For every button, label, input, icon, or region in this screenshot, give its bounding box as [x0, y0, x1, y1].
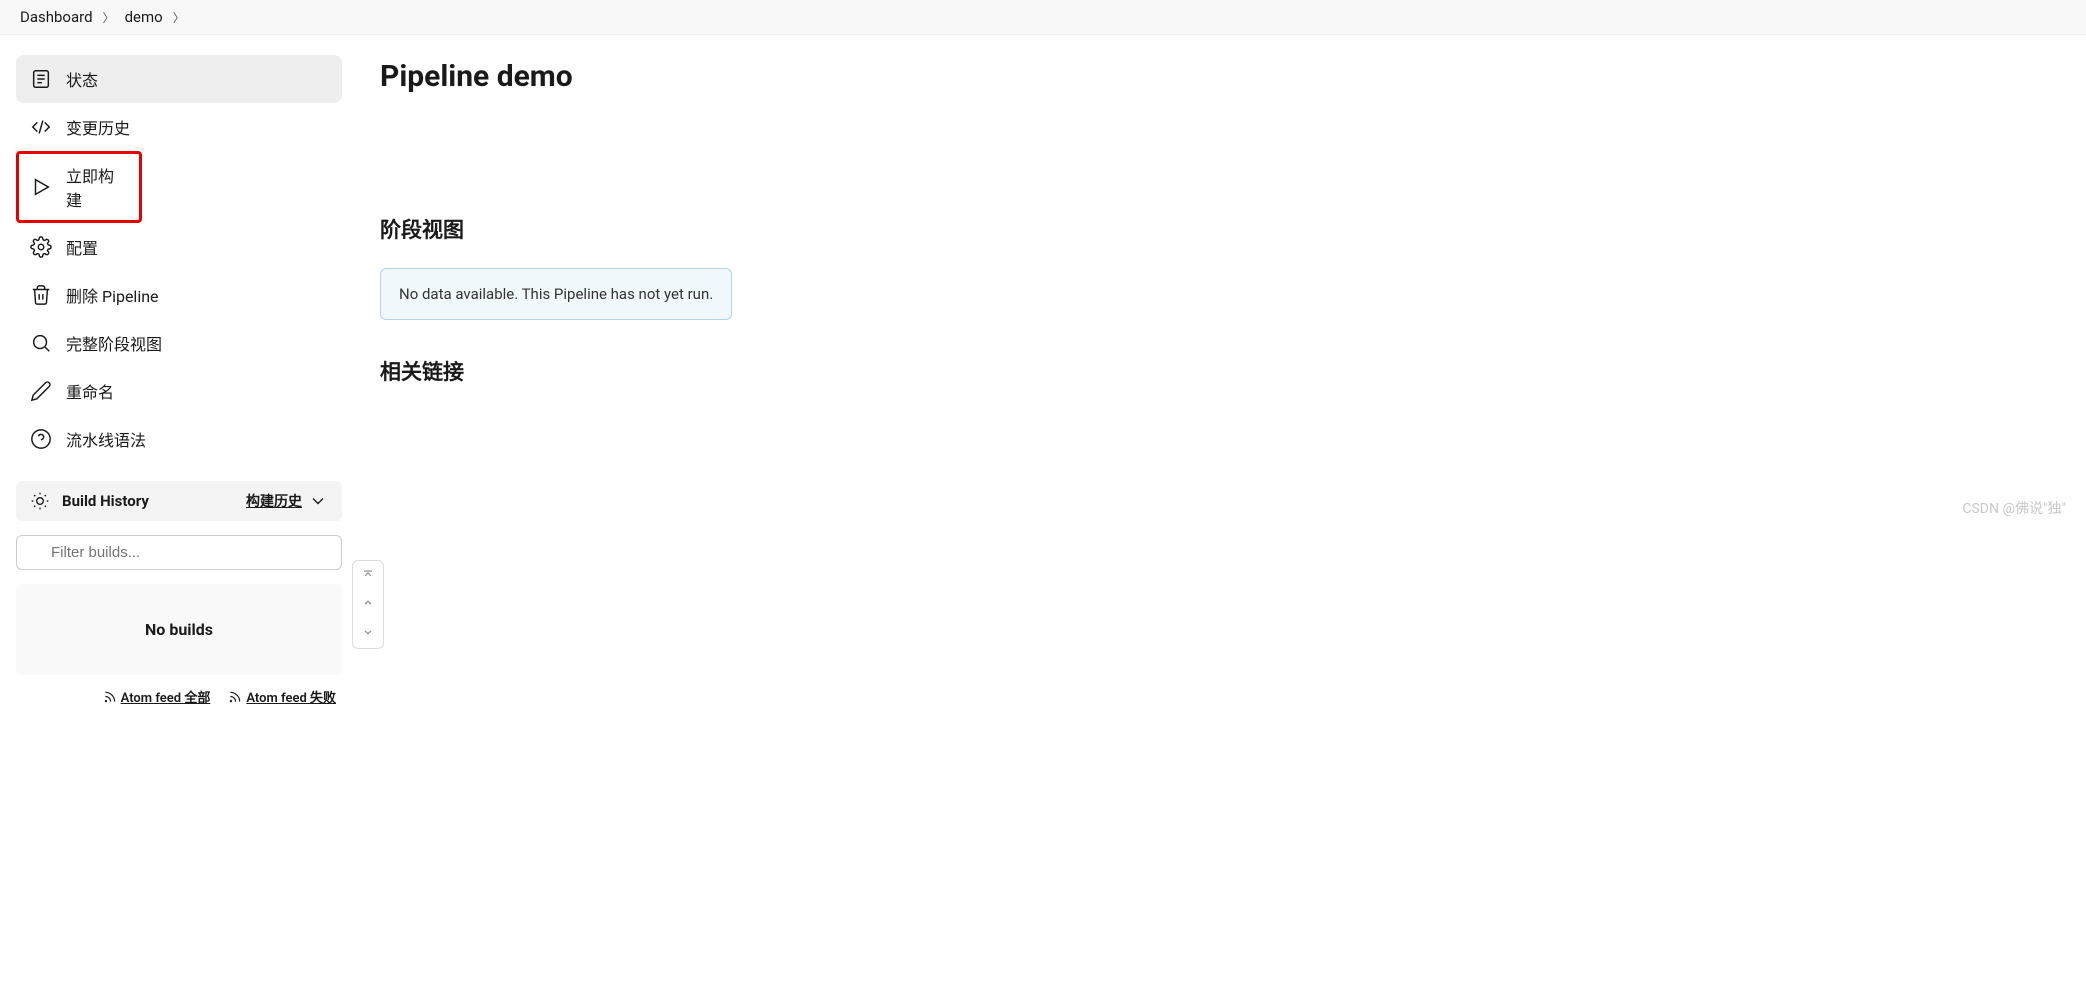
scroll-top-button[interactable] — [353, 561, 383, 590]
atom-feed-failed-link[interactable]: Atom feed 失败 — [228, 687, 336, 706]
sidebar-item-pipeline-syntax[interactable]: 流水线语法 — [16, 415, 342, 463]
stage-view-heading: 阶段视图 — [380, 214, 2056, 244]
play-icon — [30, 176, 52, 198]
trash-icon — [30, 284, 52, 306]
breadcrumb-item-dashboard[interactable]: Dashboard — [20, 8, 93, 26]
sidebar-item-label: 立即构建 — [66, 163, 128, 211]
sidebar-item-rename[interactable]: 重命名 — [16, 367, 342, 415]
related-links-heading: 相关链接 — [380, 356, 2056, 386]
main-content: Pipeline demo 阶段视图 No data available. Th… — [350, 35, 2086, 718]
watermark: CSDN @佛说"独" — [1962, 498, 2066, 518]
sidebar-item-full-stage-view[interactable]: 完整阶段视图 — [16, 319, 342, 367]
sidebar: 状态 变更历史 立即构建 配置 删除 Pipeline — [0, 35, 350, 718]
sidebar-item-build-now[interactable]: 立即构建 — [16, 151, 142, 223]
gear-icon — [30, 236, 52, 258]
filter-builds-input[interactable] — [16, 535, 342, 570]
scroll-up-button[interactable] — [353, 590, 383, 619]
no-builds-message: No builds — [16, 584, 342, 675]
scroll-arrows-panel — [352, 560, 384, 649]
build-history-header: Build History 构建历史 — [16, 481, 342, 521]
sidebar-item-status[interactable]: 状态 — [16, 55, 342, 103]
breadcrumb: Dashboard 〉 demo 〉 — [0, 0, 2086, 35]
rss-icon — [228, 690, 242, 704]
trend-icon — [30, 491, 50, 511]
rss-icon — [103, 690, 117, 704]
document-icon — [30, 68, 52, 90]
chevron-right-icon: 〉 — [173, 9, 185, 26]
sidebar-item-label: 完整阶段视图 — [66, 331, 162, 355]
chevron-right-icon: 〉 — [103, 9, 115, 26]
sidebar-item-label: 流水线语法 — [66, 427, 146, 451]
sidebar-item-label: 配置 — [66, 235, 98, 259]
sidebar-item-label: 状态 — [66, 67, 98, 91]
sidebar-item-label: 删除 Pipeline — [66, 283, 159, 307]
pencil-icon — [30, 380, 52, 402]
sidebar-item-changes[interactable]: 变更历史 — [16, 103, 342, 151]
breadcrumb-item-demo[interactable]: demo — [125, 8, 163, 26]
sidebar-item-label: 变更历史 — [66, 115, 130, 139]
scroll-down-button[interactable] — [353, 619, 383, 648]
sidebar-item-configure[interactable]: 配置 — [16, 223, 342, 271]
no-data-info-box: No data available. This Pipeline has not… — [380, 268, 732, 320]
page-title: Pipeline demo — [380, 59, 2056, 94]
search-icon — [30, 332, 52, 354]
atom-feeds: Atom feed 全部 Atom feed 失败 — [16, 675, 342, 718]
atom-feed-all-link[interactable]: Atom feed 全部 — [103, 687, 211, 706]
sidebar-item-label: 重命名 — [66, 379, 114, 403]
help-icon — [30, 428, 52, 450]
sidebar-item-delete-pipeline[interactable]: 删除 Pipeline — [16, 271, 342, 319]
build-history-title: Build History — [62, 492, 149, 510]
code-icon — [30, 116, 52, 138]
chevron-down-icon — [308, 491, 328, 511]
build-history-trend-link[interactable]: 构建历史 — [246, 491, 328, 511]
